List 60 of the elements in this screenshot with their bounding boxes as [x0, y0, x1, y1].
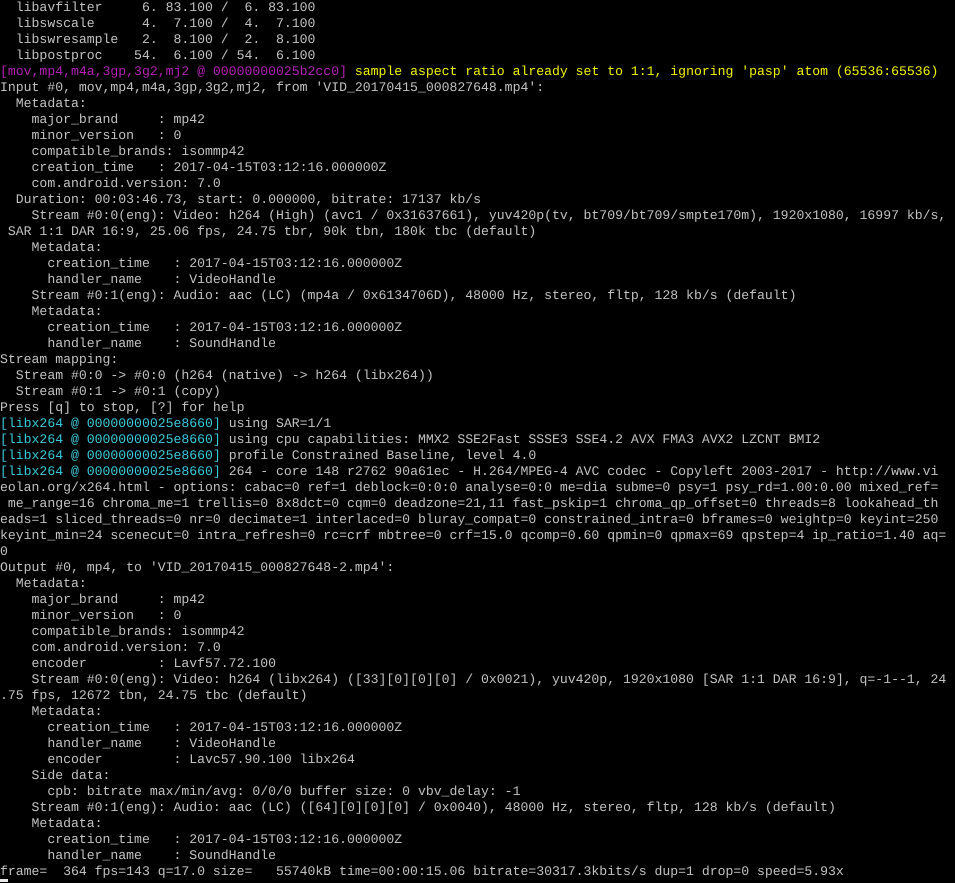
output-text: 264 - core 148 r2762 90a61ec - H.264/MPEG-4 AVC codec - Copyleft 2003-2017 - http://www.vi — [228, 464, 938, 479]
output-text: creation_time : 2017-04-15T03:12:16.000000Z — [46, 720, 402, 735]
output-text: Stream #0:0(eng): Video: h264 (High) (avc1 / 0x31637661), yuv420p(tv, bt709/bt709/smpte170m), 1920x1080, 16997 kb/s, — [30, 208, 946, 223]
output-text: .75 fps, 12672 tbn, 24.75 tbc (default) — [0, 688, 308, 703]
output-text: major_brand : mp42 — [30, 112, 206, 127]
output-text: Stream #0:0 -> #0:0 (h264 (native) -> h264 (libx264)) — [14, 368, 434, 383]
log-source-tag: [libx264 @ 00000000025e8660] — [0, 416, 221, 431]
output-text: compatible_brands: isommp42 — [30, 144, 244, 159]
output-text: using SAR=1/1 — [228, 416, 332, 431]
output-text: Stream #0:1(eng): Audio: aac (LC) ([64][0][0][0] / 0x0040), 48000 Hz, stereo, fltp, 128 kb/s (default) — [30, 800, 836, 815]
output-text: minor_version : 0 — [30, 128, 182, 143]
output-text: SAR 1:1 DAR 16:9, 25.06 fps, 24.75 tbr, 90k tbn, 180k tbc (default) — [6, 224, 536, 239]
output-text: major_brand : mp42 — [30, 592, 206, 607]
log-source-tag: [libx264 @ 00000000025e8660] — [0, 432, 221, 447]
output-text: eads=1 sliced_threads=0 nr=0 decimate=1 interlaced=0 bluray_compat=0 constrained_intra=0 bframes=0 weightp=0 keyint=250 — [0, 512, 938, 527]
output-text: creation_time : 2017-04-15T03:12:16.000000Z — [46, 320, 402, 335]
output-text: creation_time : 2017-04-15T03:12:16.000000Z — [46, 256, 402, 271]
log-source-tag: [libx264 @ 00000000025e8660] — [0, 448, 221, 463]
output-text: libpostproc 54. 6.100 / 54. 6.100 — [14, 48, 316, 63]
warning-message: sample aspect ratio already set to 1:1, ignoring 'pasp' atom (65536:65536) — [354, 64, 938, 79]
output-text: frame= 364 fps=143 q=17.0 size= 55740kB time=00:00:15.06 bitrate=30317.3kbits/s dup=1 drop=0 speed=5.93x — [0, 864, 844, 879]
output-text: libswscale 4. 7.100 / 4. 7.100 — [14, 16, 316, 31]
output-text: Press [q] to stop, [?] for help — [0, 400, 244, 415]
output-text: Side data: — [30, 768, 110, 783]
output-text: Duration: 00:03:46.73, start: 0.000000, bitrate: 17137 kb/s — [14, 192, 482, 207]
output-text: encoder : Lavf57.72.100 — [30, 656, 276, 671]
output-text: libswresample 2. 8.100 / 2. 8.100 — [14, 32, 316, 47]
output-text: profile Constrained Baseline, level 4.0 — [228, 448, 536, 463]
output-text: using cpu capabilities: MMX2 SSE2Fast SSSE3 SSE4.2 AVX FMA3 AVX2 LZCNT BMI2 — [228, 432, 820, 447]
output-text: handler_name : SoundHandle — [46, 848, 276, 863]
output-text: creation_time : 2017-04-15T03:12:16.000000Z — [30, 160, 386, 175]
output-text: com.android.version: 7.0 — [30, 640, 221, 655]
output-text: Stream mapping: — [0, 352, 118, 367]
output-text: Metadata: — [14, 576, 87, 591]
output-text: Metadata: — [30, 704, 103, 719]
log-source-tag: [mov,mp4,m4a,3gp,3g2,mj2 @ 00000000025b2cc0] — [0, 64, 347, 79]
output-text: libavfilter 6. 83.100 / 6. 83.100 — [14, 0, 316, 15]
output-text: Metadata: — [14, 96, 87, 111]
output-text: encoder : Lavc57.90.100 libx264 — [46, 752, 355, 767]
output-text: creation_time : 2017-04-15T03:12:16.000000Z — [46, 832, 402, 847]
output-text: com.android.version: 7.0 — [30, 176, 221, 191]
output-text: Metadata: — [30, 304, 103, 319]
output-text: me_range=16 chroma_me=1 trellis=0 8x8dct=0 cqm=0 deadzone=21,11 fast_pskip=1 chroma_qp_offset=0 threads=8 lookahead_th — [6, 496, 938, 511]
output-text: Output #0, mp4, to 'VID_20170415_000827648-2.mp4': — [0, 560, 394, 575]
output-text: Metadata: — [30, 240, 103, 255]
output-text: handler_name : VideoHandle — [46, 736, 276, 751]
output-text: Stream #0:1 -> #0:1 (copy) — [14, 384, 221, 399]
output-text: eolan.org/x264.html - options: cabac=0 ref=1 deblock=0:0:0 analyse=0:0 me=dia subme=0 psy=1 psy_rd=1.00:0.00 mixed_ref= — [0, 480, 938, 495]
output-text: minor_version : 0 — [30, 608, 182, 623]
output-text: compatible_brands: isommp42 — [30, 624, 244, 639]
output-text: cpb: bitrate max/min/avg: 0/0/0 buffer size: 0 vbv_delay: -1 — [46, 784, 520, 799]
output-text: Stream #0:0(eng): Video: h264 (libx264) ([33][0][0][0] / 0x0021), yuv420p, 1920x1080 [SAR 1:1 DAR 16:9], q=-1--1, 24 — [30, 672, 946, 687]
output-text: 0 — [0, 544, 8, 559]
output-text: Metadata: — [30, 816, 103, 831]
output-text: handler_name : SoundHandle — [46, 336, 276, 351]
output-text: handler_name : VideoHandle — [46, 272, 276, 287]
output-text: Stream #0:1(eng): Audio: aac (LC) (mp4a / 0x6134706D), 48000 Hz, stereo, fltp, 128 kb/s (default) — [30, 288, 796, 303]
output-text: Input #0, mov,mp4,m4a,3gp,3g2,mj2, from 'VID_20170415_000827648.mp4': — [0, 80, 544, 95]
output-text: keyint_min=24 scenecut=0 intra_refresh=0 rc=crf mbtree=0 crf=15.0 qcomp=0.60 qpmin=0 qpmax=69 qpstep=4 ip_ratio=1.40 aq= — [0, 528, 946, 543]
log-source-tag: [libx264 @ 00000000025e8660] — [0, 464, 221, 479]
